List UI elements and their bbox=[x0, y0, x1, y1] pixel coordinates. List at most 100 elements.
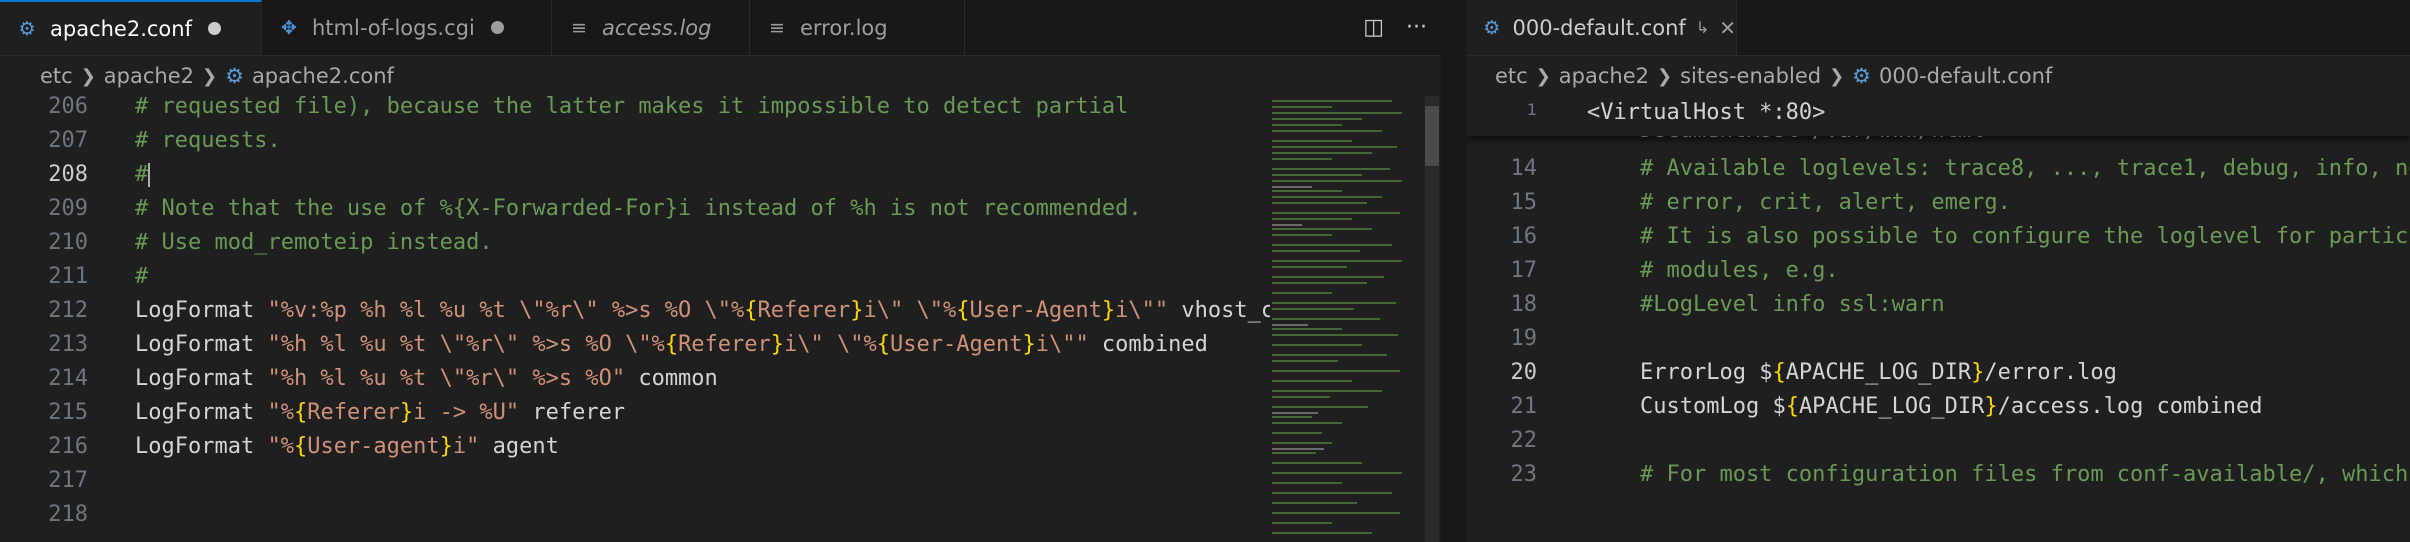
code-line: LogFormat "%h %l %u %t \"%r\" %>s %O" co… bbox=[135, 366, 718, 391]
tab-html-of-logs-cgi[interactable]: ✥ html-of-logs.cgi bbox=[262, 0, 552, 55]
split-editor-icon[interactable]: ◫ bbox=[1363, 15, 1384, 40]
code-line: # requested file), because the latter ma… bbox=[135, 94, 1129, 119]
string: Referer bbox=[757, 298, 851, 323]
code-line: ErrorLog ${APACHE_LOG_DIR}/error.log bbox=[1587, 360, 2117, 385]
bracket: { bbox=[293, 434, 308, 459]
string: User-agent bbox=[307, 434, 440, 459]
string: "%h %l %u %t \"%r\" %>s %O" bbox=[267, 366, 626, 391]
unsaved-dot-icon[interactable] bbox=[490, 21, 504, 34]
dollar: $ bbox=[1759, 360, 1773, 385]
breadcrumb-item[interactable]: apache2 bbox=[104, 64, 194, 88]
path: /error.log bbox=[1984, 360, 2117, 385]
bracket: } bbox=[850, 298, 864, 323]
format-name: referer bbox=[519, 400, 626, 425]
line-number-current: 208 bbox=[48, 162, 88, 187]
left-editor-group: ⚙ apache2.conf ✥ html-of-logs.cgi ≡ acce… bbox=[0, 0, 1441, 542]
chevron-right-icon: ❯ bbox=[202, 65, 218, 87]
line-number: 16 bbox=[1510, 224, 1538, 249]
line-number-current: 20 bbox=[1510, 360, 1538, 385]
line-number: 19 bbox=[1510, 326, 1538, 351]
bracket: { bbox=[1772, 360, 1786, 385]
code-line: # error, crit, alert, emerg. bbox=[1587, 190, 2011, 215]
chevron-right-icon: ❯ bbox=[80, 65, 96, 87]
code-line: LogFormat "%h %l %u %t \"%r\" %>s %O \"%… bbox=[135, 332, 1208, 357]
code-line: # For most configuration files from conf… bbox=[1587, 462, 2410, 487]
string: User-Agent bbox=[890, 332, 1023, 357]
bracket: } bbox=[399, 400, 414, 425]
tab-label: 000-default.conf bbox=[1512, 15, 1686, 40]
right-editor-group: ⚙ 000-default.conf ↳ ✕ etc ❯ apache2 ❯ s… bbox=[1467, 0, 2410, 542]
code-line: #LogLevel info ssl:warn bbox=[1587, 292, 1945, 317]
bracket: } bbox=[1984, 394, 1998, 419]
line-number: 215 bbox=[48, 400, 88, 425]
split-divider[interactable] bbox=[1441, 0, 1467, 542]
tab-label: access.log bbox=[602, 15, 712, 40]
tab-error-log[interactable]: ≡ error.log bbox=[750, 0, 965, 55]
bracket: } bbox=[1971, 360, 1985, 385]
gear-icon: ⚙ bbox=[1852, 64, 1871, 88]
line-number: 22 bbox=[1510, 428, 1538, 453]
code-editor[interactable]: DocumentRoot /var/www/html 14 # Availabl… bbox=[1467, 96, 2410, 542]
directive: LogFormat bbox=[135, 298, 268, 323]
breadcrumb-item[interactable]: apache2 bbox=[1559, 64, 1649, 88]
bracket: { bbox=[956, 298, 970, 323]
line-number: 14 bbox=[1510, 156, 1538, 181]
tab-apache2-conf[interactable]: ⚙ apache2.conf bbox=[0, 0, 262, 55]
bracket: { bbox=[293, 400, 308, 425]
line-number: 211 bbox=[48, 264, 88, 289]
breadcrumb-item[interactable]: etc bbox=[1495, 64, 1528, 88]
code-line: # modules, e.g. bbox=[1587, 258, 1839, 283]
lines-icon: ≡ bbox=[769, 16, 785, 39]
line-number: 18 bbox=[1510, 292, 1538, 317]
breadcrumb-item[interactable]: 000-default.conf bbox=[1879, 64, 2052, 88]
breadcrumb-item[interactable]: sites-enabled bbox=[1680, 64, 1821, 88]
directive: ErrorLog bbox=[1587, 360, 1760, 385]
vertical-scrollbar[interactable] bbox=[1425, 96, 1439, 542]
line-number: 209 bbox=[48, 196, 88, 221]
tab-label: apache2.conf bbox=[50, 16, 192, 41]
directive: LogFormat bbox=[135, 366, 268, 391]
symlink-icon: ↳ bbox=[1695, 18, 1710, 37]
breadcrumb: etc ❯ apache2 ❯ sites-enabled ❯ ⚙ 000-de… bbox=[1467, 56, 2410, 96]
breadcrumb-item[interactable]: etc bbox=[40, 64, 73, 88]
code-line: # bbox=[135, 264, 149, 289]
bracket: { bbox=[664, 332, 679, 357]
chevron-right-icon: ❯ bbox=[1829, 65, 1845, 87]
breadcrumb-item[interactable]: apache2.conf bbox=[252, 64, 394, 88]
line-number: 23 bbox=[1510, 462, 1538, 487]
code-line: <VirtualHost *:80> bbox=[1587, 100, 1826, 125]
tab-access-log[interactable]: ≡ access.log bbox=[552, 0, 750, 55]
unsaved-dot-icon[interactable] bbox=[207, 22, 221, 35]
line-number: 17 bbox=[1510, 258, 1538, 283]
line-number: 21 bbox=[1510, 394, 1538, 419]
scrollbar-thumb[interactable] bbox=[1425, 106, 1439, 166]
line-number: 1 bbox=[1526, 100, 1537, 119]
string: i\" \"% bbox=[784, 332, 877, 357]
code-line: CustomLog ${APACHE_LOG_DIR}/access.log c… bbox=[1587, 394, 2263, 419]
directive: LogFormat bbox=[135, 400, 268, 425]
string: "% bbox=[267, 434, 294, 459]
sticky-scroll-header[interactable]: 1 <VirtualHost *:80> bbox=[1467, 96, 2410, 136]
chevron-right-icon: ❯ bbox=[1657, 65, 1673, 87]
line-number: 15 bbox=[1510, 190, 1538, 215]
line-number: 206 bbox=[48, 94, 88, 119]
line-number: 210 bbox=[48, 230, 88, 255]
string: Referer bbox=[678, 332, 771, 357]
bracket: { bbox=[1785, 394, 1799, 419]
string: "% bbox=[267, 400, 294, 425]
code-line-current: # bbox=[135, 162, 151, 187]
directive: LogFormat bbox=[135, 332, 268, 357]
code-editor[interactable]: 206 # requested file), because the latte… bbox=[0, 94, 1441, 542]
breadcrumb: etc ❯ apache2 ❯ ⚙ apache2.conf bbox=[0, 56, 1441, 96]
more-actions-icon[interactable]: ··· bbox=[1406, 15, 1427, 40]
gear-icon: ⚙ bbox=[225, 64, 244, 88]
directive: LogFormat bbox=[135, 434, 268, 459]
bracket: } bbox=[1101, 298, 1116, 323]
line-number: 207 bbox=[48, 128, 88, 153]
line-number: 218 bbox=[48, 502, 88, 527]
code-line: # Note that the use of %{X-Forwarded-For… bbox=[135, 196, 1142, 221]
close-icon[interactable]: ✕ bbox=[1719, 16, 1736, 40]
minimap[interactable] bbox=[1270, 96, 1420, 542]
tab-000-default-conf[interactable]: ⚙ 000-default.conf ↳ ✕ bbox=[1467, 0, 1737, 55]
format-name: common bbox=[625, 366, 718, 391]
